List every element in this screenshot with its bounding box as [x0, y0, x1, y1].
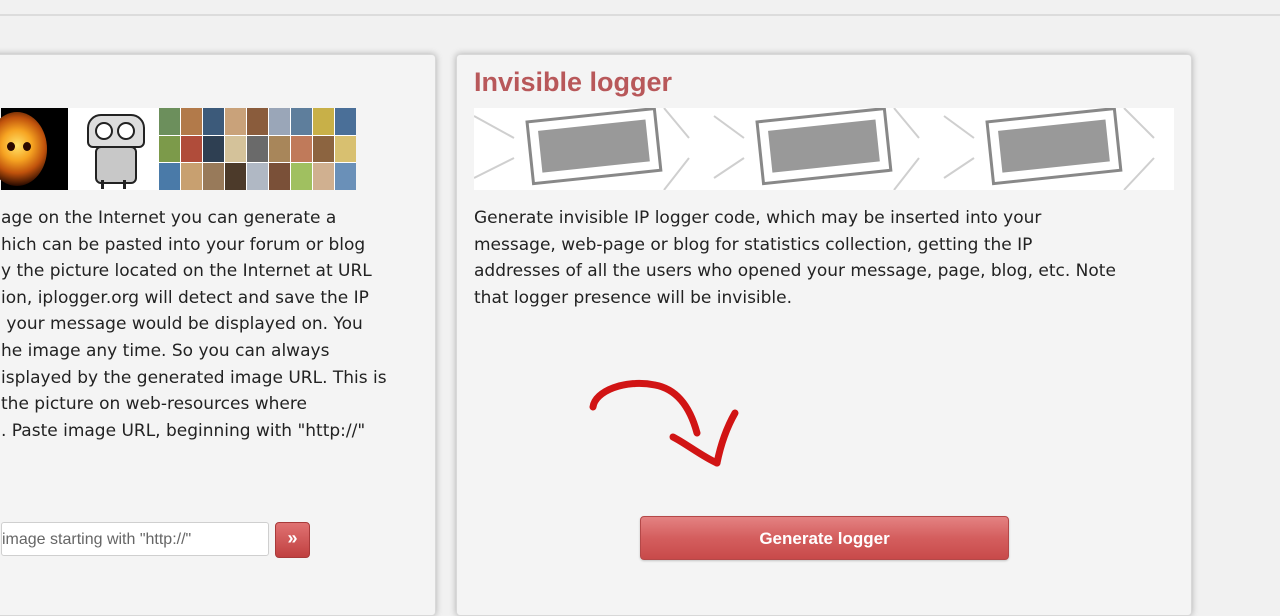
- description-line: . Paste image URL, beginning with "http:…: [1, 420, 366, 441]
- description-line: Generate invisible IP logger code, which…: [474, 208, 1042, 228]
- tablet-icons-graphic: [474, 108, 1155, 190]
- avatar-mosaic-image: [159, 108, 356, 190]
- image-logger-panel: age on the Internet you can generate a hi…: [0, 54, 436, 616]
- image-logger-description: age on the Internet you can generate a hi…: [1, 205, 436, 444]
- description-line: age on the Internet you can generate a: [1, 208, 337, 228]
- header-divider: [0, 14, 1280, 16]
- invisible-logger-panel: Invisible logger Generate invisible IP l…: [456, 54, 1192, 616]
- image-url-input[interactable]: image starting with "http://": [1, 522, 269, 556]
- submit-url-button[interactable]: »: [275, 522, 310, 558]
- generate-logger-button[interactable]: Generate logger: [640, 516, 1009, 560]
- flaming-skull-image: [0, 108, 68, 190]
- description-line: the picture on web-resources where: [1, 394, 307, 415]
- description-line: that logger presence will be invisible.: [474, 287, 793, 308]
- description-line: your message would be displayed on. You: [1, 314, 363, 335]
- description-line: message, web-page or blog for statistics…: [474, 234, 1033, 255]
- tablet-illustration-banner: [474, 108, 1174, 190]
- description-line: he image any time. So you can always: [1, 340, 330, 361]
- image-thumbnails-strip: [0, 108, 356, 190]
- description-line: isplayed by the generated image URL. Thi…: [1, 367, 387, 388]
- description-line: ion, iplogger.org will detect and save t…: [1, 287, 369, 308]
- invisible-logger-description: Generate invisible IP logger code, which…: [474, 205, 1184, 311]
- description-line: y the picture located on the Internet at…: [1, 261, 372, 282]
- description-line: hich can be pasted into your forum or bl…: [1, 234, 366, 255]
- annotation-arrow-icon: [589, 380, 739, 467]
- description-line: addresses of all the users who opened yo…: [474, 261, 1116, 282]
- cartoon-robot-image: [79, 108, 149, 190]
- panel-title: Invisible logger: [474, 67, 673, 97]
